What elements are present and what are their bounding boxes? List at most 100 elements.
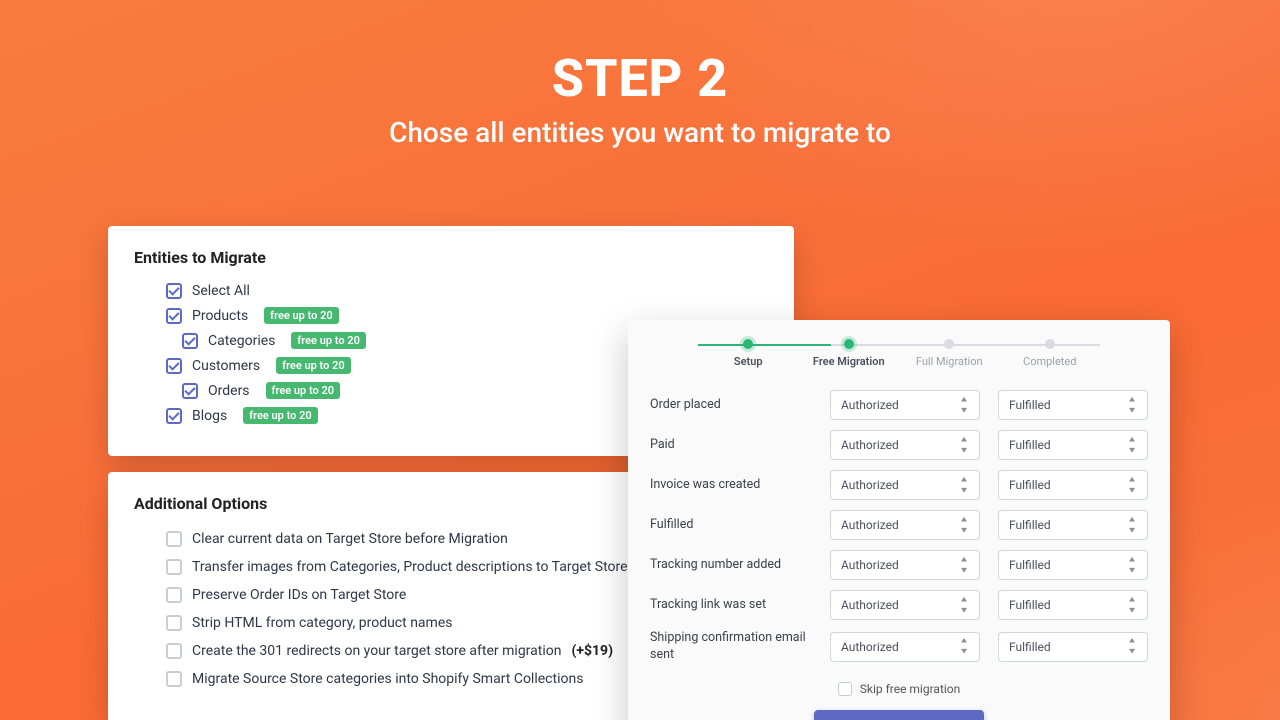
chevron-updown-icon: ▲▼ — [959, 515, 969, 536]
select-value: Fulfilled — [1009, 398, 1051, 412]
chevron-updown-icon: ▲▼ — [959, 435, 969, 456]
entity-checkbox[interactable] — [182, 383, 198, 399]
status-map-row: Invoice was created Authorized▲▼ Fulfilled… — [650, 470, 1148, 500]
entity-label: Orders — [208, 383, 250, 399]
chevron-updown-icon: ▲▼ — [959, 636, 969, 657]
entities-card-title: Entities to Migrate — [134, 248, 768, 267]
select-value: Fulfilled — [1009, 598, 1051, 612]
chevron-updown-icon: ▲▼ — [959, 395, 969, 416]
status-select-fulfillment[interactable]: Fulfilled ▲▼ — [998, 632, 1148, 662]
option-label: Transfer images from Categories, Product… — [192, 559, 628, 575]
status-map-row: Tracking number added Authorized▲▼ Fulfill… — [650, 550, 1148, 580]
wizard-step-label: Setup — [698, 355, 799, 368]
option-label: Create the 301 redirects on your target … — [192, 643, 561, 659]
select-value: Authorized — [841, 438, 899, 452]
option-checkbox[interactable] — [166, 643, 182, 659]
option-checkbox[interactable] — [166, 615, 182, 631]
entity-label: Blogs — [192, 408, 227, 424]
page-step-title: STEP 2 — [0, 48, 1280, 109]
chevron-updown-icon: ▲▼ — [1127, 435, 1137, 456]
status-select-payment[interactable]: Authorized ▲▼ — [830, 390, 980, 420]
chevron-updown-icon: ▲▼ — [1127, 395, 1137, 416]
entity-row: Select All — [134, 283, 768, 299]
status-label: Fulfilled — [650, 517, 812, 534]
wizard-step-dot — [1045, 339, 1055, 349]
select-value: Authorized — [841, 640, 899, 654]
wizard-step-dot — [844, 339, 854, 349]
option-price: (+$19) — [571, 643, 613, 659]
wizard-step-dot — [743, 339, 753, 349]
entity-checkbox[interactable] — [182, 333, 198, 349]
free-badge: free up to 20 — [264, 307, 339, 324]
status-select-payment[interactable]: Authorized ▲▼ — [830, 510, 980, 540]
status-label: Order placed — [650, 397, 812, 414]
select-value: Fulfilled — [1009, 518, 1051, 532]
chevron-updown-icon: ▲▼ — [1127, 555, 1137, 576]
chevron-updown-icon: ▲▼ — [959, 555, 969, 576]
status-select-payment[interactable]: Authorized ▲▼ — [830, 632, 980, 662]
status-select-payment[interactable]: Authorized▲▼ — [830, 470, 980, 500]
status-select-payment[interactable]: Authorized ▲▼ — [830, 590, 980, 620]
entity-label: Categories — [208, 333, 275, 349]
status-select-payment[interactable]: Authorized▲▼ — [830, 550, 980, 580]
next-start-free-migration-button[interactable]: Next:Start Free Migration — [814, 710, 984, 720]
page-step-subtitle: Chose all entities you want to migrate t… — [0, 116, 1280, 149]
chevron-updown-icon: ▲▼ — [959, 475, 969, 496]
status-select-fulfillment[interactable]: Fulfilled ▲▼ — [998, 470, 1148, 500]
entity-checkbox[interactable] — [166, 283, 182, 299]
free-badge: free up to 20 — [291, 332, 366, 349]
entity-label: Customers — [192, 358, 260, 374]
wizard-step[interactable]: Setup — [698, 338, 799, 368]
status-map-row: Tracking link was setAuthorized▲▼Fulfill… — [650, 590, 1148, 620]
chevron-updown-icon: ▲▼ — [1127, 515, 1137, 536]
wizard-step-label: Full Migration — [899, 355, 1000, 368]
wizard-stepper: SetupFree MigrationFull MigrationComplet… — [698, 338, 1100, 368]
status-select-fulfillment[interactable]: Fulfilled ▲▼ — [998, 390, 1148, 420]
skip-free-migration-checkbox[interactable] — [838, 682, 852, 696]
status-label: Tracking number added — [650, 557, 812, 574]
wizard-step[interactable]: Full Migration — [899, 338, 1000, 368]
select-value: Fulfilled — [1009, 478, 1051, 492]
option-label: Strip HTML from category, product names — [192, 615, 452, 631]
option-checkbox[interactable] — [166, 559, 182, 575]
select-value: Fulfilled — [1009, 438, 1051, 452]
entity-label: Select All — [192, 283, 250, 299]
chevron-updown-icon: ▲▼ — [1127, 475, 1137, 496]
wizard-step-dot — [944, 339, 954, 349]
select-value: Fulfilled — [1009, 640, 1051, 654]
entity-checkbox[interactable] — [166, 358, 182, 374]
status-select-fulfillment[interactable]: Fulfilled ▲▼ — [998, 590, 1148, 620]
status-select-fulfillment[interactable]: Fulfilled▲▼ — [998, 550, 1148, 580]
status-select-fulfillment[interactable]: Fulfilled ▲▼ — [998, 430, 1148, 460]
option-label: Clear current data on Target Store befor… — [192, 531, 508, 547]
entity-checkbox[interactable] — [166, 408, 182, 424]
option-checkbox[interactable] — [166, 531, 182, 547]
option-checkbox[interactable] — [166, 587, 182, 603]
option-label: Preserve Order IDs on Target Store — [192, 587, 406, 603]
wizard-step[interactable]: Completed — [1000, 338, 1101, 368]
status-map-row: Shipping confirmation email sent Authoriz… — [650, 630, 1148, 664]
wizard-panel: SetupFree MigrationFull MigrationComplet… — [628, 320, 1170, 720]
select-value: Authorized — [841, 518, 899, 532]
status-label: Paid — [650, 437, 812, 454]
free-badge: free up to 20 — [276, 357, 351, 374]
status-label: Shipping confirmation email sent — [650, 630, 812, 664]
chevron-updown-icon: ▲▼ — [1127, 636, 1137, 657]
entity-checkbox[interactable] — [166, 308, 182, 324]
skip-free-migration-label: Skip free migration — [860, 682, 961, 696]
status-select-payment[interactable]: Authorized ▲▼ — [830, 430, 980, 460]
select-value: Authorized — [841, 598, 899, 612]
entity-label: Products — [192, 308, 248, 324]
status-label: Invoice was created — [650, 477, 812, 494]
chevron-updown-icon: ▲▼ — [1127, 595, 1137, 616]
option-checkbox[interactable] — [166, 671, 182, 687]
free-badge: free up to 20 — [266, 382, 341, 399]
select-value: Authorized — [841, 398, 899, 412]
chevron-updown-icon: ▲▼ — [959, 595, 969, 616]
status-select-fulfillment[interactable]: Fulfilled ▲▼ — [998, 510, 1148, 540]
wizard-step[interactable]: Free Migration — [799, 338, 900, 368]
option-label: Migrate Source Store categories into Sho… — [192, 671, 583, 687]
wizard-step-label: Free Migration — [799, 355, 900, 368]
free-badge: free up to 20 — [243, 407, 318, 424]
status-map-row: Fulfilled Authorized ▲▼ Fulfilled ▲▼ — [650, 510, 1148, 540]
